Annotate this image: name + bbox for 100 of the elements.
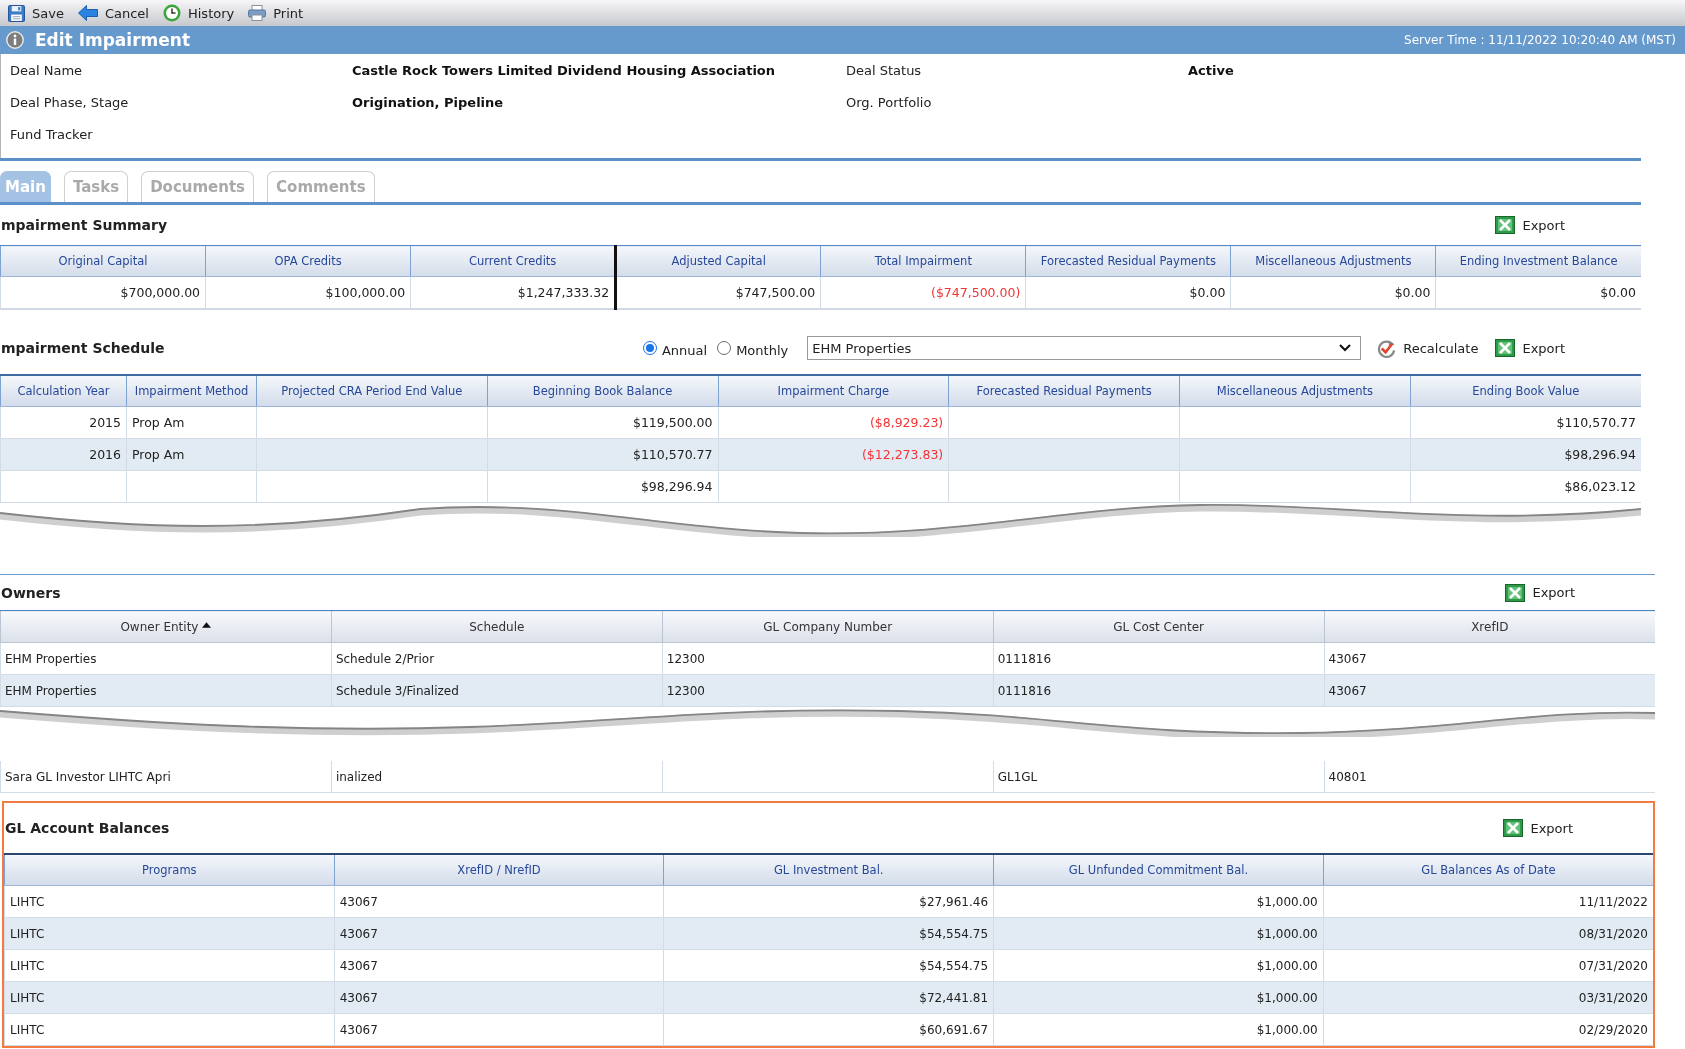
table-cell: $0.00 <box>1025 276 1231 309</box>
table-cell: LIHTC <box>4 981 335 1014</box>
table-cell: 43067 <box>334 917 664 950</box>
section-title: mpairment Schedule <box>0 340 165 356</box>
table-cell: LIHTC <box>4 949 335 982</box>
column-header: Impairment Method <box>126 375 257 407</box>
radio-label[interactable]: Annual <box>661 338 708 358</box>
section-title: mpairment Summary <box>0 217 168 233</box>
table-cell: LIHTC <box>4 885 335 918</box>
refresh-check-icon <box>1377 338 1397 358</box>
sort-up-icon <box>202 621 212 628</box>
column-header[interactable]: GL Company Number <box>662 610 994 643</box>
save-icon <box>8 4 25 22</box>
table-cell: $72,441.81 <box>663 981 994 1014</box>
table-cell: $98,296.94 <box>1410 438 1641 471</box>
export-button[interactable]: Export <box>1495 216 1565 234</box>
table-cell: $1,000.00 <box>993 949 1324 982</box>
table-cell: $747,500.00 <box>615 276 821 309</box>
spreadsheet-icon <box>1505 583 1526 602</box>
table-cell: LIHTC <box>4 917 335 950</box>
table-cell: 12300 <box>662 642 994 675</box>
export-button[interactable]: Export <box>1503 819 1573 837</box>
table-cell: $86,023.12 <box>1410 470 1641 503</box>
table-cell: $60,691.67 <box>663 1013 994 1046</box>
table-cell: 07/31/2020 <box>1323 949 1653 982</box>
column-header: Projected CRA Period End Value <box>256 375 488 407</box>
field-label: Deal Name <box>10 62 83 78</box>
table-cell: $98,296.94 <box>487 470 718 503</box>
printer-icon <box>248 5 267 21</box>
table-cell: 08/31/2020 <box>1323 917 1653 950</box>
table-cell: Prop Am <box>126 438 257 471</box>
export-button[interactable]: Export <box>1505 583 1575 602</box>
column-header: GL Balances As of Date <box>1323 854 1653 886</box>
table-cell: $0.00 <box>1435 276 1641 309</box>
table-cell: ($747,500.00) <box>820 276 1026 309</box>
table-cell: $110,570.77 <box>1410 406 1641 439</box>
table-cell: GL1GL <box>993 761 1325 793</box>
table-cell: Prop Am <box>126 406 257 439</box>
field-value: Origination, Pipeline <box>352 94 504 110</box>
server-time: Server Time : 11/11/2022 10:20:40 AM (MST) <box>1404 33 1676 47</box>
table-cell: $1,000.00 <box>993 981 1324 1014</box>
field-value: Castle Rock Towers Limited Dividend Housing Association <box>352 62 776 78</box>
column-header: Adjusted Capital <box>615 245 821 277</box>
column-header[interactable]: Schedule <box>331 610 663 643</box>
table-cell: EHM Properties <box>0 674 332 707</box>
column-header: Total Impairment <box>820 245 1026 277</box>
table-cell: EHM Properties <box>0 642 332 675</box>
table-cell: LIHTC <box>4 1013 335 1046</box>
recalculate-button[interactable]: Recalculate <box>1377 338 1479 358</box>
column-header: Ending Investment Balance <box>1435 245 1641 277</box>
column-header: Forecasted Residual Payments <box>1025 245 1231 277</box>
property-select[interactable]: EHM Properties <box>807 336 1362 360</box>
save-button[interactable]: Save <box>6 2 66 24</box>
print-button[interactable]: Print <box>246 2 306 24</box>
radio-label[interactable]: Monthly <box>736 338 789 358</box>
table-cell: 03/31/2020 <box>1323 981 1653 1014</box>
column-header: OPA Credits <box>205 245 411 277</box>
column-header: Forecasted Residual Payments <box>948 375 1180 407</box>
page-title: Edit Impairment <box>35 30 191 50</box>
table-cell: 02/29/2020 <box>1323 1013 1653 1046</box>
field-label: Deal Status <box>846 62 922 78</box>
column-header: Beginning Book Balance <box>487 375 718 407</box>
table-cell: $100,000.00 <box>205 276 411 309</box>
table-cell: 11/11/2022 <box>1323 885 1653 918</box>
table-cell: 0111816 <box>993 674 1325 707</box>
table-cell: 2015 <box>0 406 127 439</box>
field-value: Active <box>1188 62 1234 78</box>
table-cell: inalized <box>331 761 663 793</box>
table-cell: $1,247,333.32 <box>410 276 616 309</box>
info-icon <box>6 31 24 49</box>
column-header[interactable]: XrefID <box>1324 610 1655 643</box>
table-cell: $700,000.00 <box>0 276 206 309</box>
column-header: Programs <box>4 854 335 886</box>
radio-button[interactable] <box>642 341 657 355</box>
table-cell: ($8,929.23) <box>718 406 949 439</box>
column-header: Current Credits <box>410 245 616 277</box>
column-header: GL Investment Bal. <box>663 854 994 886</box>
table-cell: 40801 <box>1324 761 1655 793</box>
chevron-down-icon <box>1339 344 1352 352</box>
field-label: Deal Phase, Stage <box>10 94 129 110</box>
column-header[interactable]: Owner Entity <box>0 610 332 643</box>
column-header: GL Unfunded Commitment Bal. <box>993 854 1324 886</box>
table-cell: ($12,273.83) <box>718 438 949 471</box>
spreadsheet-icon <box>1503 819 1524 837</box>
column-header: Miscellaneous Adjustments <box>1179 375 1411 407</box>
column-header: Impairment Charge <box>718 375 949 407</box>
spreadsheet-icon <box>1495 339 1516 357</box>
clock-icon <box>162 4 181 22</box>
cancel-button[interactable]: Cancel <box>75 2 151 24</box>
field-label: Fund Tracker <box>10 126 93 142</box>
table-cell: $1,000.00 <box>993 885 1324 918</box>
table-cell: $1,000.00 <box>993 1013 1324 1046</box>
history-button[interactable]: History <box>160 2 237 24</box>
table-cell: 43067 <box>334 949 664 982</box>
column-header[interactable]: GL Cost Center <box>993 610 1325 643</box>
spreadsheet-icon <box>1495 216 1516 234</box>
column-header: Original Capital <box>0 245 206 277</box>
export-button[interactable]: Export <box>1495 339 1565 357</box>
column-header: Miscellaneous Adjustments <box>1230 245 1436 277</box>
radio-button[interactable] <box>717 341 732 355</box>
